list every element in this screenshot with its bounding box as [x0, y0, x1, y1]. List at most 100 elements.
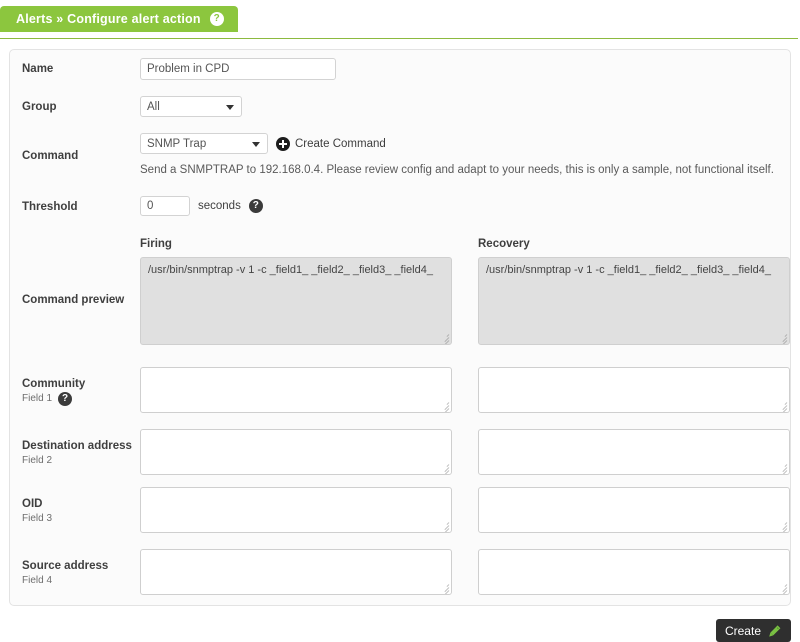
tab-configure-alert-action[interactable]: Alerts » Configure alert action ?: [0, 6, 238, 32]
group-label: Group: [22, 101, 57, 113]
form-row-command: Command SNMP Trap Create Command Send a …: [10, 133, 790, 178]
field-3-firing-textarea[interactable]: [140, 487, 452, 533]
group-select[interactable]: All: [140, 96, 242, 117]
label-cell-command: Command: [22, 133, 140, 163]
field-4-label: Source address: [22, 560, 109, 572]
field-1-sublabel-row: Field 1 ?: [22, 392, 140, 406]
field-1-recovery-textarea[interactable]: [478, 367, 790, 413]
command-preview-recovery-textarea[interactable]: /usr/bin/snmptrap -v 1 -c _field1_ _fiel…: [478, 257, 790, 345]
name-input[interactable]: [140, 58, 336, 80]
help-icon[interactable]: ?: [58, 392, 73, 406]
tab-label: Alerts » Configure alert action: [16, 12, 201, 26]
field-2-label: Destination address: [22, 440, 132, 452]
field-3-recovery-cell: [478, 487, 790, 533]
resize-grip-icon[interactable]: [440, 463, 450, 474]
help-icon[interactable]: ?: [209, 12, 224, 26]
resize-grip-icon[interactable]: [778, 333, 788, 344]
fields-cell-name: [140, 58, 778, 80]
plus-circle-icon: [276, 136, 290, 151]
resize-grip-icon[interactable]: [440, 521, 450, 532]
threshold-row: seconds ?: [140, 196, 263, 216]
threshold-label: Threshold: [22, 201, 78, 213]
field-1-firing-textarea[interactable]: [140, 367, 452, 413]
command-preview-firing-textarea[interactable]: /usr/bin/snmptrap -v 1 -c _field1_ _fiel…: [140, 257, 452, 345]
column-heading-firing-cell: Firing: [140, 238, 452, 257]
field-3-recovery-textarea[interactable]: [478, 487, 790, 533]
resize-grip-icon[interactable]: [440, 583, 450, 594]
field-4-recovery-textarea[interactable]: [478, 549, 790, 595]
resize-grip-icon[interactable]: [778, 521, 788, 532]
field-3-label: OID: [22, 498, 43, 510]
fields-cell-field-3: [140, 487, 790, 533]
label-cell-group: Group: [22, 96, 140, 114]
field-4-sublabel: Field 4: [22, 575, 53, 586]
create-button[interactable]: Create: [715, 619, 791, 642]
field-4-firing-textarea[interactable]: [140, 549, 452, 595]
chevron-down-icon: [252, 141, 260, 147]
create-button-label: Create: [724, 623, 761, 638]
resize-grip-icon[interactable]: [778, 401, 788, 412]
fields-cell-field-2: [140, 429, 790, 475]
command-select[interactable]: SNMP Trap: [140, 133, 268, 154]
column-heading-firing: Firing: [140, 238, 172, 250]
label-cell-field-3: OID Field 3: [22, 487, 140, 526]
form-row-threshold: Threshold seconds ?: [10, 196, 790, 216]
column-heading-recovery: Recovery: [478, 238, 530, 250]
column-heading-recovery-cell: Recovery: [478, 238, 790, 257]
resize-grip-icon[interactable]: [778, 463, 788, 474]
field-1-sublabel: Field 1: [22, 393, 53, 404]
command-preview-label: Command preview: [22, 294, 125, 306]
field-2-firing-textarea[interactable]: [140, 429, 452, 475]
fields-cell-threshold: seconds ?: [140, 196, 778, 216]
command-label: Command: [22, 150, 79, 162]
chevron-down-icon: [226, 104, 234, 110]
fields-cell-group: All: [140, 96, 778, 117]
threshold-input[interactable]: [140, 196, 190, 216]
command-preview-recovery-value: /usr/bin/snmptrap -v 1 -c _field1_ _fiel…: [486, 264, 771, 276]
field-3-sublabel-row: Field 3: [22, 512, 140, 526]
label-cell-field-2: Destination address Field 2: [22, 429, 140, 468]
label-cell-field-4: Source address Field 4: [22, 549, 140, 588]
fields-cell-command-preview: /usr/bin/snmptrap -v 1 -c _field1_ _fiel…: [140, 257, 790, 345]
field-3-firing-cell: [140, 487, 452, 533]
field-1-recovery-cell: [478, 367, 790, 413]
field-1-firing-cell: [140, 367, 452, 413]
resize-grip-icon[interactable]: [778, 583, 788, 594]
field-2-recovery-textarea[interactable]: [478, 429, 790, 475]
form-row-group: Group All: [10, 96, 790, 117]
resize-grip-icon[interactable]: [440, 333, 450, 344]
form-row-field-4: Source address Field 4: [10, 549, 790, 595]
create-command-label: Create Command: [295, 137, 386, 150]
command-preview-recovery-cell: /usr/bin/snmptrap -v 1 -c _field1_ _fiel…: [478, 257, 790, 345]
field-4-sublabel-row: Field 4: [22, 574, 140, 588]
form-row-field-3: OID Field 3: [10, 487, 790, 533]
help-icon[interactable]: ?: [248, 199, 263, 213]
label-cell-empty: [22, 238, 140, 242]
wand-icon: [769, 624, 781, 637]
label-cell-command-preview: Command preview: [22, 257, 140, 307]
column-headings-row: Firing Recovery: [10, 238, 790, 257]
field-2-recovery-cell: [478, 429, 790, 475]
form-footer: Create: [9, 619, 791, 642]
command-preview-firing-value: /usr/bin/snmptrap -v 1 -c _field1_ _fiel…: [148, 264, 433, 276]
create-command-button[interactable]: Create Command: [276, 136, 386, 151]
form-row-field-1: Community Field 1 ?: [10, 367, 790, 413]
command-select-row: SNMP Trap Create Command: [140, 133, 778, 154]
form-row-name: Name: [10, 58, 790, 80]
command-description: Send a SNMPTRAP to 192.168.0.4. Please r…: [140, 164, 774, 176]
field-4-recovery-cell: [478, 549, 790, 595]
name-label: Name: [22, 63, 54, 75]
tab-bar: Alerts » Configure alert action ?: [0, 0, 798, 39]
form-row-command-preview: Command preview /usr/bin/snmptrap -v 1 -…: [10, 257, 790, 345]
label-cell-field-1: Community Field 1 ?: [22, 367, 140, 406]
resize-grip-icon[interactable]: [440, 401, 450, 412]
fields-cell-field-4: [140, 549, 790, 595]
command-selected-value: SNMP Trap: [147, 137, 207, 150]
